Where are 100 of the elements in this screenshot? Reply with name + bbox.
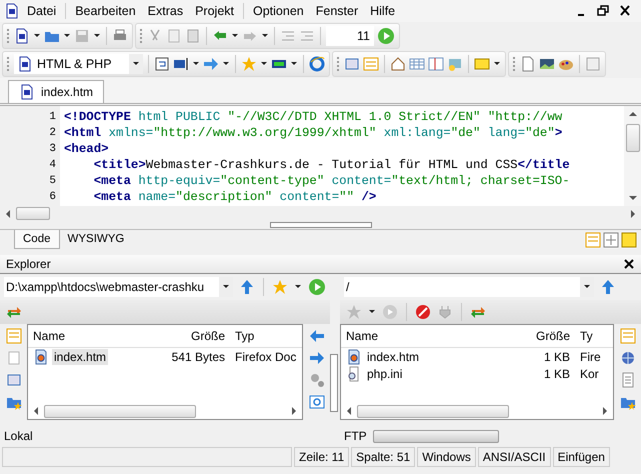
path-field[interactable]: / bbox=[344, 277, 594, 297]
toolbar-grip[interactable] bbox=[337, 57, 341, 71]
scrollbar[interactable] bbox=[624, 106, 641, 206]
document-tab[interactable]: index.htm bbox=[8, 80, 104, 103]
column-header[interactable]: Ty bbox=[575, 329, 611, 343]
file-size: 1 KB bbox=[542, 350, 571, 364]
code-line: <!DOCTYPE html PUBLIC "-//W3C//DTD XHTML 1.0 Strict//EN" "http://ww bbox=[64, 109, 564, 125]
form-icon[interactable] bbox=[585, 56, 601, 72]
note-view-icon[interactable] bbox=[621, 232, 637, 248]
list-view-icon[interactable] bbox=[6, 328, 22, 344]
view-tab[interactable]: Code bbox=[14, 230, 60, 249]
toolbar-grip[interactable] bbox=[7, 57, 11, 71]
text-page-icon[interactable] bbox=[620, 372, 636, 388]
column-header[interactable]: Name bbox=[341, 329, 511, 343]
menu-item[interactable]: Bearbeiten bbox=[70, 2, 141, 20]
toolbar-grip[interactable] bbox=[513, 57, 517, 71]
new-file-icon[interactable] bbox=[14, 28, 30, 44]
code-line: <html xmlns="http://www.w3.org/1999/xhtml" xml:lang="de" lang="de"> bbox=[64, 125, 564, 141]
up-arrow-icon[interactable] bbox=[239, 279, 256, 295]
line-number-field[interactable]: 11 bbox=[326, 26, 374, 46]
splitter-handle[interactable] bbox=[270, 222, 372, 228]
line-number: 3 bbox=[48, 142, 57, 157]
layout-icon[interactable] bbox=[428, 56, 444, 72]
document-icon[interactable] bbox=[4, 3, 20, 19]
file-size: 541 Bytes bbox=[170, 350, 226, 364]
column-header[interactable]: Größe bbox=[146, 329, 230, 343]
file-size: 1 KB bbox=[542, 366, 571, 380]
status-field: Spalte: 51 bbox=[351, 447, 416, 467]
pane-label: FTP bbox=[344, 429, 367, 443]
menu-item[interactable]: Extras bbox=[142, 2, 188, 20]
dropdown-button[interactable] bbox=[129, 54, 143, 74]
code-line: <meta http-equiv="content-type" content="text/html; charset=ISO- bbox=[92, 173, 571, 189]
file-name[interactable]: php.ini bbox=[365, 366, 404, 382]
picture-icon[interactable] bbox=[539, 56, 555, 72]
browser-document-icon bbox=[346, 348, 362, 364]
refresh-icon[interactable] bbox=[308, 394, 324, 410]
scrollbar-thumb[interactable] bbox=[626, 124, 640, 152]
house-icon[interactable] bbox=[390, 56, 406, 72]
panel-title: Explorer bbox=[6, 257, 51, 271]
pages-icon[interactable] bbox=[6, 350, 22, 366]
document-icon[interactable] bbox=[19, 84, 35, 100]
window-icon[interactable] bbox=[344, 56, 360, 72]
file-type: Kor bbox=[579, 366, 600, 380]
menu-item[interactable]: Hilfe bbox=[365, 2, 400, 20]
line-number: 5 bbox=[48, 174, 57, 189]
pane-label: Lokal bbox=[4, 429, 33, 443]
table-icon[interactable] bbox=[409, 56, 425, 72]
code-line: <meta name="description" content="" /> bbox=[92, 189, 378, 205]
column-header[interactable]: Name bbox=[28, 329, 146, 343]
plug-icon[interactable] bbox=[437, 304, 453, 320]
menu-item[interactable]: Projekt bbox=[190, 2, 239, 20]
scrollbar-thumb[interactable] bbox=[44, 404, 196, 418]
restore-icon[interactable] bbox=[597, 3, 609, 19]
star-icon[interactable] bbox=[346, 304, 362, 320]
left-arrow-icon[interactable] bbox=[308, 328, 324, 344]
status-field: Windows bbox=[417, 447, 476, 467]
star-icon[interactable] bbox=[241, 56, 257, 72]
menu-item[interactable]: Fenster bbox=[310, 2, 364, 20]
toolbar-grip[interactable] bbox=[7, 29, 11, 43]
paste-icon[interactable] bbox=[185, 28, 201, 44]
line-number: 1 bbox=[48, 110, 57, 125]
file-name[interactable]: index.htm bbox=[365, 348, 422, 364]
browser-document-icon bbox=[33, 348, 49, 364]
language-dropdown[interactable]: HTML & PHP bbox=[14, 54, 143, 74]
scrollbar-thumb[interactable] bbox=[16, 207, 50, 220]
code-line: <title>Webmaster-Crashkurs.de - Tutorial für HTML und CSS</title bbox=[92, 157, 571, 173]
window-icon[interactable] bbox=[6, 372, 22, 388]
sync-arrows-icon[interactable] bbox=[470, 304, 486, 320]
menu-item[interactable]: Datei bbox=[22, 2, 62, 20]
file-type: Firefox Doc bbox=[234, 350, 298, 364]
line-number: 2 bbox=[48, 126, 57, 141]
globe-icon[interactable] bbox=[620, 350, 636, 366]
toolbar-grip[interactable] bbox=[140, 29, 144, 43]
code-editor[interactable] bbox=[0, 106, 641, 206]
scrollbar-thumb[interactable] bbox=[357, 404, 509, 418]
line-number: 6 bbox=[48, 190, 57, 205]
blank-page-icon[interactable] bbox=[520, 56, 536, 72]
list-view-icon[interactable] bbox=[585, 232, 601, 248]
star-icon[interactable] bbox=[272, 279, 288, 295]
document-icon[interactable] bbox=[17, 56, 33, 72]
list-panel-icon[interactable] bbox=[363, 56, 379, 72]
view-tab[interactable]: WYSIWYG bbox=[60, 230, 132, 248]
sync-arrows-icon[interactable] bbox=[6, 304, 22, 320]
up-arrow-icon[interactable] bbox=[600, 279, 616, 295]
file-name[interactable]: index.htm bbox=[52, 348, 108, 364]
go-icon[interactable] bbox=[308, 278, 326, 296]
path-field[interactable]: D:\xampp\htdocs\webmaster-crashku bbox=[4, 277, 234, 297]
splitter-handle[interactable] bbox=[330, 354, 338, 412]
line-number: 4 bbox=[48, 158, 57, 173]
code-line: <head> bbox=[64, 141, 110, 157]
column-header[interactable]: Typ bbox=[230, 329, 300, 343]
stop-icon[interactable] bbox=[415, 304, 431, 320]
list-view-icon[interactable] bbox=[620, 328, 636, 344]
grid-view-icon[interactable] bbox=[603, 232, 619, 248]
status-field: ANSI/ASCII bbox=[478, 447, 551, 467]
go-icon[interactable] bbox=[377, 27, 395, 45]
menu-item[interactable]: Optionen bbox=[248, 2, 309, 20]
browser-icon[interactable] bbox=[309, 56, 325, 72]
right-arrow-icon[interactable] bbox=[308, 350, 324, 366]
column-header[interactable]: Größe bbox=[511, 329, 575, 343]
